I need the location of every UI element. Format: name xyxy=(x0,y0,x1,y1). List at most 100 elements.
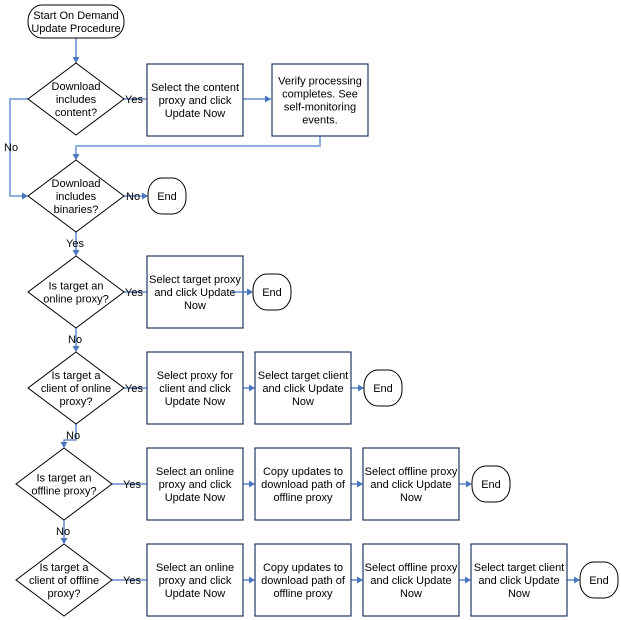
process-text-line: and click Update xyxy=(262,383,343,395)
process-text-line: self-monitoring xyxy=(284,102,356,114)
process-text-line: Select target proxy xyxy=(149,274,241,286)
end-terminal-e5: End xyxy=(579,561,619,599)
end-terminal-text-line: End xyxy=(373,383,393,395)
process-text-line: Select proxy for xyxy=(157,370,234,382)
process-text-line: and click Update xyxy=(478,575,559,587)
start-terminal-text-line: Update Procedure xyxy=(31,23,120,35)
arrow-head-icon xyxy=(142,192,148,200)
edge-label-no: No xyxy=(4,142,18,154)
decision-text-line: offline proxy? xyxy=(31,486,96,498)
start-terminal: Start On DemandUpdate Procedure xyxy=(27,4,125,39)
decision-text-line: Is target an xyxy=(48,281,103,293)
process-text-line: Update Now xyxy=(165,108,226,120)
end-terminal-e1: End xyxy=(147,177,187,215)
arrow-head-icon xyxy=(72,250,80,256)
process-p2: Verify processingcompletes. Seeself-moni… xyxy=(271,63,369,137)
arrow-head-icon xyxy=(357,576,363,584)
process-p6: Select an onlineproxy and clickUpdate No… xyxy=(146,447,244,521)
arrow-head-icon xyxy=(265,95,271,103)
edge-label-yes: Yes xyxy=(125,287,143,299)
edge-label-no: No xyxy=(68,334,82,346)
arrow-head-icon xyxy=(60,442,68,448)
process-text-line: Now xyxy=(292,396,314,408)
process-text-line: Update Now xyxy=(165,396,226,408)
decision-text-line: proxy? xyxy=(47,588,80,600)
process-text-line: Update Now xyxy=(165,588,226,600)
process-p5: Select target clientand click UpdateNow xyxy=(254,351,352,425)
process-p12: Select target clientand click UpdateNow xyxy=(470,543,568,617)
process-text-line: offline proxy xyxy=(273,588,333,600)
connector-p2-d2 xyxy=(75,136,321,159)
process-p3: Select target proxyand click UpdateNow xyxy=(146,255,244,329)
process-p8: Select offline proxyand click UpdateNow xyxy=(362,447,460,521)
process-p11: Select offline proxyand click UpdateNow xyxy=(362,543,460,617)
process-text-line: proxy and click xyxy=(159,575,232,587)
decision-text-line: client of offline xyxy=(29,575,99,587)
decision-d5: Is target anoffline proxy? xyxy=(15,447,113,521)
arrow-head-icon xyxy=(72,154,80,160)
process-text-line: Select offline proxy xyxy=(365,562,458,574)
process-text-line: and click Update xyxy=(154,287,235,299)
decision-d4: Is target aclient of onlineproxy? xyxy=(27,351,125,425)
process-text-line: Now xyxy=(184,300,206,312)
end-terminal-text-line: End xyxy=(157,191,177,203)
process-text-line: completes. See xyxy=(282,89,358,101)
arrow-head-icon xyxy=(22,192,28,200)
end-terminal-text-line: End xyxy=(262,287,282,299)
decision-text-line: includes xyxy=(56,94,97,106)
edge-label-yes: Yes xyxy=(125,94,143,106)
arrow-head-icon xyxy=(72,57,80,63)
process-text-line: Copy updates to xyxy=(263,562,343,574)
decision-text-line: binaries? xyxy=(54,204,99,216)
edge-label-yes: Yes xyxy=(123,479,141,491)
end-terminal-e3: End xyxy=(363,369,403,407)
process-p4: Select proxy forclient and clickUpdate N… xyxy=(146,351,244,425)
process-text-line: Verify processing xyxy=(278,76,362,88)
arrow-head-icon xyxy=(357,480,363,488)
process-text-line: Select an online xyxy=(156,562,234,574)
edge-label-yes: Yes xyxy=(66,238,84,250)
process-text-line: download path of xyxy=(261,575,346,587)
process-text-line: download path of xyxy=(261,479,346,491)
end-terminal-text-line: End xyxy=(589,575,609,587)
decision-d3: Is target anonline proxy? xyxy=(27,255,125,329)
process-text-line: Copy updates to xyxy=(263,466,343,478)
edge-label-yes: Yes xyxy=(125,383,143,395)
process-text-line: Select the content xyxy=(151,82,239,94)
start-terminal-text-line: Start On Demand xyxy=(33,10,119,22)
edge-label-no: No xyxy=(66,430,80,442)
decision-text-line: Is target a xyxy=(52,370,102,382)
process-text-line: proxy and click xyxy=(159,95,232,107)
decision-text-line: Is target an xyxy=(36,473,91,485)
process-text-line: events. xyxy=(302,115,337,127)
arrow-head-icon xyxy=(249,576,255,584)
process-text-line: Select target client xyxy=(474,562,565,574)
process-text-line: Update Now xyxy=(165,492,226,504)
arrow-head-icon xyxy=(574,576,580,584)
process-text-line: Now xyxy=(508,588,530,600)
end-terminal-e4: End xyxy=(471,465,511,503)
edge-label-no: No xyxy=(56,526,70,538)
arrow-head-icon xyxy=(247,288,253,296)
decision-text-line: content? xyxy=(55,107,97,119)
decision-text-line: client of online xyxy=(41,383,111,395)
decision-text-line: Download xyxy=(52,178,101,190)
decision-text-line: Is target a xyxy=(40,562,90,574)
arrow-head-icon xyxy=(249,480,255,488)
process-text-line: Select target client xyxy=(258,370,349,382)
process-text-line: Now xyxy=(400,588,422,600)
process-p1: Select the contentproxy and clickUpdate … xyxy=(146,63,244,137)
process-text-line: proxy and click xyxy=(159,479,232,491)
decision-d6: Is target aclient of offlineproxy? xyxy=(15,543,113,617)
arrow-head-icon xyxy=(60,538,68,544)
arrow-head-icon xyxy=(249,384,255,392)
process-text-line: Select offline proxy xyxy=(365,466,458,478)
decision-text-line: Download xyxy=(52,81,101,93)
edge-label-yes: Yes xyxy=(123,575,141,587)
process-p9: Select an onlineproxy and clickUpdate No… xyxy=(146,543,244,617)
process-p10: Copy updates todownload path ofoffline p… xyxy=(254,543,352,617)
arrow-head-icon xyxy=(466,480,472,488)
arrow-head-icon xyxy=(358,384,364,392)
process-text-line: and click Update xyxy=(370,575,451,587)
arrow-head-icon xyxy=(72,346,80,352)
